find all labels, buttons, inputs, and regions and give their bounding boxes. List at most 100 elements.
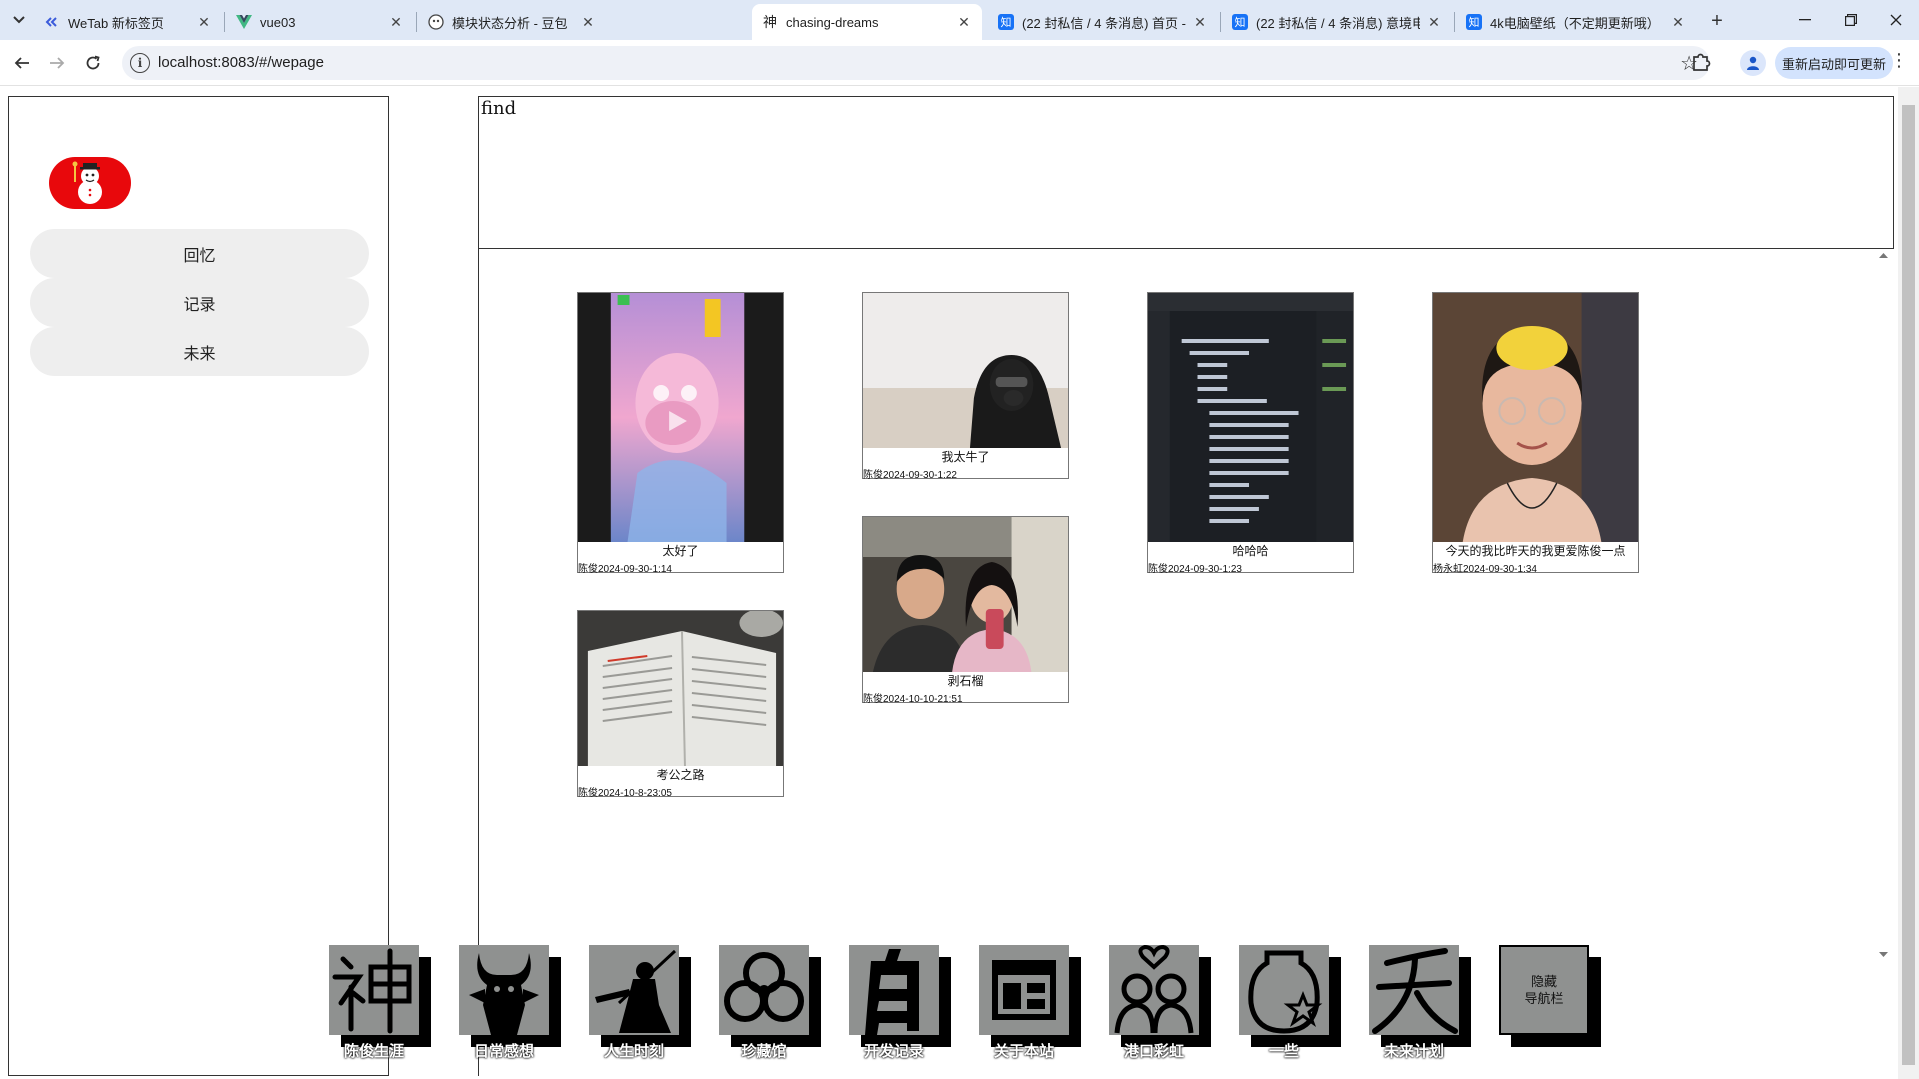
- browser-toolbar: i localhost:8083/#/wepage ☆ 重新启动即可更新 ⋮: [0, 40, 1919, 86]
- dock-item-future-plans[interactable]: [1369, 945, 1459, 1035]
- tab-vue03[interactable]: vue03 ✕: [226, 4, 414, 40]
- tab-wetab[interactable]: WeTab 新标签页 ✕: [34, 4, 222, 40]
- find-panel[interactable]: find: [479, 96, 1894, 249]
- tab-title: 模块状态分析 - 豆包: [452, 15, 568, 31]
- scroll-down-arrow-icon: [1879, 952, 1888, 957]
- dock-item-harbor-rainbow[interactable]: [1109, 945, 1199, 1035]
- post-card[interactable]: 考公之路 陈俊2024-10-8-23:05: [577, 610, 784, 799]
- zhihu-icon: 知: [1466, 14, 1482, 30]
- page-scrollbar[interactable]: [1898, 87, 1919, 1079]
- tab-title: (22 封私信 / 4 条消息) 首页 - 知: [1022, 15, 1186, 31]
- post-caption: 哈哈哈: [1232, 544, 1269, 558]
- layout-icon: [992, 960, 1056, 1020]
- post-caption: 太好了: [662, 544, 699, 558]
- post-photo: [1433, 293, 1638, 542]
- tab-title: chasing-dreams: [786, 14, 879, 30]
- minimize-icon: [1799, 19, 1811, 21]
- close-icon[interactable]: ✕: [196, 14, 212, 30]
- reload-button[interactable]: [79, 49, 107, 77]
- post-meta: 陈俊2024-09-30-1:14: [578, 564, 672, 575]
- feed-scrollbar[interactable]: [1875, 250, 1892, 960]
- new-tab-button[interactable]: +: [1704, 8, 1730, 34]
- site-logo[interactable]: [49, 157, 131, 209]
- person-icon: [1747, 56, 1759, 70]
- close-icon[interactable]: ✕: [1670, 14, 1686, 30]
- zi-char-icon: [865, 949, 919, 1035]
- tab-doubao[interactable]: 模块状态分析 - 豆包 ✕: [418, 4, 606, 40]
- post-photo: [1148, 293, 1353, 542]
- post-photo: [863, 293, 1068, 448]
- warrior-icon: [595, 949, 677, 1033]
- restore-button[interactable]: [1828, 0, 1874, 40]
- sidebar-item-records[interactable]: 记录: [30, 278, 369, 327]
- minimize-button[interactable]: [1782, 0, 1828, 40]
- hide-nav-label-2: 导航栏: [1524, 991, 1564, 1006]
- post-photo: [578, 293, 783, 542]
- post-card[interactable]: 太好了 陈俊2024-09-30-1:14: [577, 292, 784, 575]
- post-feed: 太好了 陈俊2024-09-30-1:14 我太牛了 陈俊2024-09-30-…: [479, 248, 1894, 960]
- post-meta: 陈俊2024-10-10-21:51: [863, 694, 963, 705]
- browser-tabstrip: WeTab 新标签页 ✕ vue03 ✕ 模块状态分析 - 豆包 ✕ 神 cha…: [0, 0, 1919, 40]
- dock-item-collection[interactable]: [719, 945, 809, 1035]
- sidebar: 回忆 记录 未来: [8, 96, 389, 1076]
- hide-nav-label-1: 隐藏: [1530, 974, 1557, 989]
- tab-chasing-dreams[interactable]: 神 chasing-dreams ✕: [752, 4, 982, 40]
- post-caption: 剥石榴: [947, 674, 984, 688]
- post-card[interactable]: 我太牛了 陈俊2024-09-30-1:22: [862, 292, 1069, 481]
- update-button[interactable]: 重新启动即可更新: [1775, 47, 1893, 79]
- post-meta: 陈俊2024-09-30-1:22: [863, 470, 957, 481]
- dock-item-dev-log[interactable]: [849, 945, 939, 1035]
- tab-zhihu-wallpaper[interactable]: 知 (22 封私信 / 4 条消息) 意境电脑 ✕: [1222, 4, 1452, 40]
- profile-avatar[interactable]: [1740, 50, 1766, 76]
- dock-item-some[interactable]: [1239, 945, 1329, 1035]
- snowman-mascot-icon: [72, 161, 102, 204]
- sidebar-item-future[interactable]: 未来: [30, 327, 369, 376]
- dock-item-career[interactable]: [329, 945, 419, 1035]
- dock-item-daily-thoughts[interactable]: [459, 945, 549, 1035]
- url-text[interactable]: localhost:8083/#/wepage: [158, 54, 324, 71]
- close-window-button[interactable]: [1873, 0, 1919, 40]
- forward-button[interactable]: [43, 49, 71, 77]
- dock-item-life-moments[interactable]: [589, 945, 679, 1035]
- hide-nav-button[interactable]: 隐藏 导航栏: [1499, 945, 1589, 1035]
- tab-zhihu-home[interactable]: 知 (22 封私信 / 4 条消息) 首页 - 知 ✕: [988, 4, 1218, 40]
- zhihu-icon: 知: [998, 14, 1014, 30]
- shen-char-icon: [332, 948, 412, 1034]
- post-meta: 杨永虹2024-09-30-1:34: [1433, 564, 1537, 575]
- post-photo: [863, 517, 1068, 672]
- jar-star-icon: [1248, 950, 1323, 1034]
- puzzle-icon: [1693, 53, 1711, 71]
- restore-icon: [1845, 14, 1857, 26]
- close-icon[interactable]: ✕: [1192, 14, 1208, 30]
- back-button[interactable]: [8, 49, 36, 77]
- dock-item-about-site[interactable]: [979, 945, 1069, 1035]
- close-icon[interactable]: ✕: [1426, 14, 1442, 30]
- dock-label: 一些: [1268, 1043, 1299, 1060]
- doubao-icon: [428, 14, 444, 30]
- shen-icon: 神: [763, 14, 777, 30]
- scrollbar-thumb[interactable]: [1902, 105, 1915, 1065]
- post-card[interactable]: 今天的我比昨天的我更爱陈俊一点 杨永虹2024-09-30-1:34: [1432, 292, 1639, 575]
- info-icon[interactable]: i: [130, 53, 150, 73]
- tab-title: (22 封私信 / 4 条消息) 意境电脑: [1256, 15, 1420, 31]
- post-card[interactable]: 剥石榴 陈俊2024-10-10-21:51: [862, 516, 1069, 705]
- tab-search-button[interactable]: [6, 8, 32, 32]
- chevron-down-icon: [13, 16, 25, 24]
- close-icon[interactable]: ✕: [580, 14, 596, 30]
- tab-4k-wallpaper[interactable]: 知 4k电脑壁纸（不定期更新哦） ✕: [1456, 4, 1696, 40]
- dock-label: 关于本站: [993, 1043, 1054, 1060]
- clover-knot-icon: [724, 952, 804, 1022]
- post-card[interactable]: 哈哈哈 陈俊2024-09-30-1:23: [1147, 292, 1354, 575]
- arrow-left-icon: [14, 57, 29, 69]
- dock-label: 开发记录: [863, 1043, 924, 1060]
- sidebar-item-memories[interactable]: 回忆: [30, 229, 369, 278]
- close-icon[interactable]: ✕: [388, 14, 404, 30]
- extensions-button[interactable]: [1688, 49, 1714, 75]
- close-icon[interactable]: ✕: [956, 14, 972, 30]
- more-menu-icon[interactable]: ⋮: [1890, 50, 1908, 71]
- dock-label: 日常感想: [473, 1043, 534, 1060]
- web-page: 回忆 记录 未来 find 太好了 陈俊2024-09-30-1:14 我太牛了…: [0, 87, 1919, 1079]
- dock-label: 珍藏馆: [741, 1043, 787, 1060]
- address-bar[interactable]: i localhost:8083/#/wepage ☆: [122, 46, 1710, 80]
- post-meta: 陈俊2024-09-30-1:23: [1148, 564, 1242, 575]
